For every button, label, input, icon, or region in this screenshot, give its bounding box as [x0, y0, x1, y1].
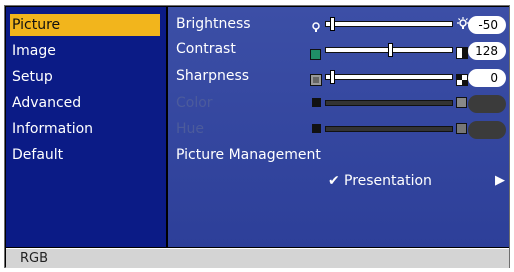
status-bar: RGB: [6, 248, 509, 268]
color-low-icon: [312, 98, 321, 107]
contrast-label: Contrast: [176, 41, 236, 57]
color-slider: [325, 100, 453, 106]
brightness-thumb[interactable]: [330, 17, 335, 31]
sidebar-item-image[interactable]: Image: [10, 40, 160, 62]
sharpness-high-icon: [456, 71, 468, 86]
contrast-value: 128: [468, 42, 506, 60]
hue-label: Hue: [176, 121, 205, 137]
contrast-high-icon: [456, 44, 468, 59]
submenu-arrow-icon[interactable]: ▶: [495, 172, 505, 190]
hue-low-icon: [312, 124, 321, 133]
brightness-label: Brightness: [176, 16, 251, 32]
brightness-value: -50: [468, 16, 506, 34]
input-source-label: RGB: [20, 251, 49, 266]
color-label: Color: [176, 95, 213, 111]
sharpness-slider[interactable]: [325, 74, 453, 80]
picture-management-value[interactable]: Presentation: [344, 172, 432, 190]
hue-value: [468, 121, 506, 139]
hue-slider: [325, 126, 453, 132]
contrast-thumb[interactable]: [388, 43, 393, 57]
contrast-low-icon: [310, 45, 321, 60]
sidebar-item-information[interactable]: Information: [10, 118, 160, 140]
hue-high-icon: [456, 123, 467, 134]
picture-panel: Brightness -50 Contrast 128 Sharpness 0 …: [168, 7, 509, 247]
sharpness-label: Sharpness: [176, 68, 250, 84]
sidebar-item-advanced[interactable]: Advanced: [10, 92, 160, 114]
sidebar-item-setup[interactable]: Setup: [10, 66, 160, 88]
sidebar-item-picture[interactable]: Picture: [10, 14, 160, 36]
sidebar-item-default[interactable]: Default: [10, 144, 160, 166]
check-icon: ✔: [328, 173, 340, 189]
osd-menu: Picture Image Setup Advanced Information…: [4, 5, 510, 268]
bulb-dim-icon: [310, 18, 322, 32]
color-value: [468, 95, 506, 113]
brightness-slider[interactable]: [325, 21, 453, 27]
color-high-icon: [456, 97, 467, 108]
sidebar: Picture Image Setup Advanced Information…: [6, 7, 166, 247]
picture-management-label: Picture Management: [176, 147, 321, 163]
sharpness-value: 0: [468, 69, 506, 87]
sharpness-low-icon: [310, 71, 322, 86]
sharpness-thumb[interactable]: [330, 70, 335, 84]
